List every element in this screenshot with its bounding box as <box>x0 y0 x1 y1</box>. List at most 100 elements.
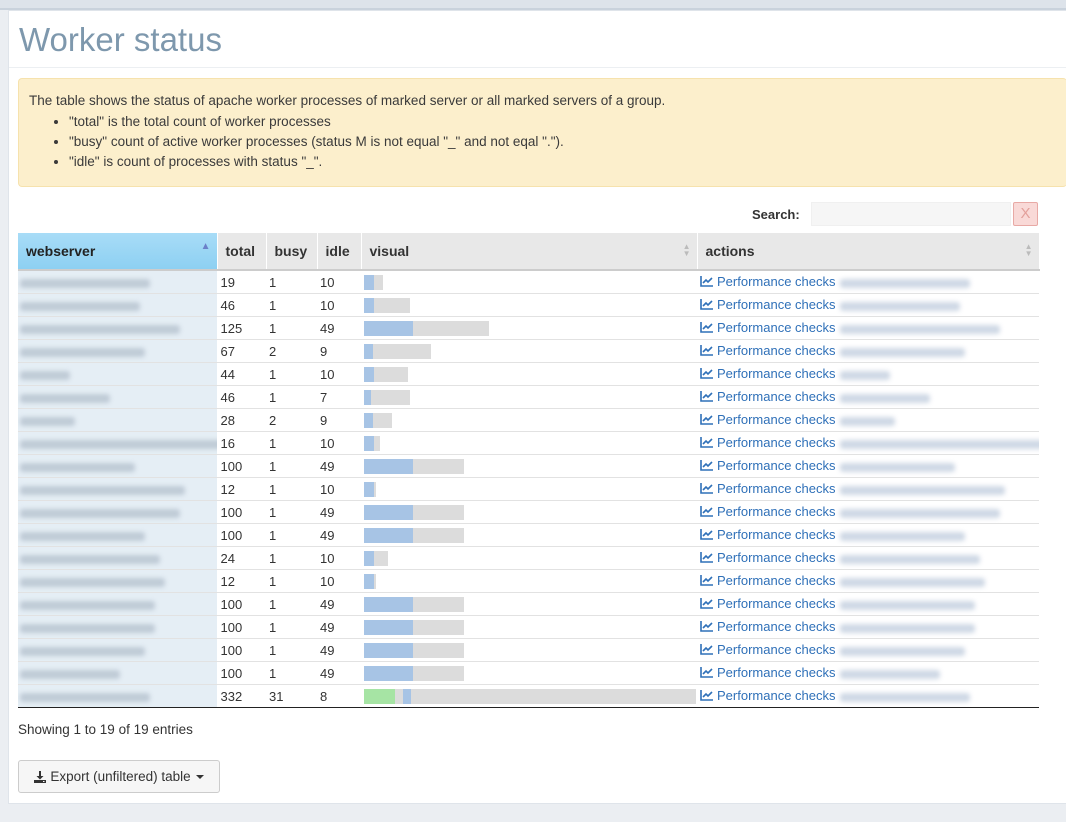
webserver-cell[interactable] <box>18 569 218 593</box>
total-cell: 125 <box>217 316 266 340</box>
search-clear-button[interactable]: X <box>1013 202 1038 226</box>
redacted-hostname <box>20 600 155 610</box>
performance-checks-link[interactable]: Performance checks <box>700 389 836 404</box>
worker-bar <box>364 435 694 451</box>
webserver-cell[interactable] <box>18 638 218 662</box>
total-cell: 100 <box>217 523 266 547</box>
webserver-cell[interactable] <box>18 684 218 708</box>
performance-checks-link[interactable]: Performance checks <box>700 596 836 611</box>
bar-idle <box>364 320 413 336</box>
webserver-cell[interactable] <box>18 477 218 501</box>
performance-checks-link[interactable]: Performance checks <box>700 458 836 473</box>
webserver-cell[interactable] <box>18 385 218 409</box>
worker-table: webserver ▲ total busy idle visual ▲ ▼ acti… <box>18 233 1040 708</box>
performance-checks-link[interactable]: Performance checks <box>700 642 836 657</box>
visual-cell <box>361 661 697 685</box>
performance-checks-link[interactable]: Performance checks <box>700 274 836 289</box>
redacted-hostname <box>20 278 150 288</box>
redacted-hostname <box>20 324 180 334</box>
total-cell: 46 <box>217 385 266 409</box>
webserver-cell[interactable] <box>18 546 218 570</box>
webserver-cell[interactable] <box>18 523 218 547</box>
actions-cell: Performance checks <box>697 385 1039 409</box>
visual-cell <box>361 523 697 547</box>
performance-checks-link[interactable]: Performance checks <box>700 665 836 680</box>
visual-cell <box>361 638 697 662</box>
performance-checks-link[interactable]: Performance checks <box>700 343 836 358</box>
page-title: Worker status <box>19 21 222 58</box>
line-chart-icon <box>700 345 713 357</box>
worker-status-panel: Worker status The table shows the status… <box>8 10 1066 804</box>
total-cell: 24 <box>217 546 266 570</box>
total-cell: 28 <box>217 408 266 432</box>
bar-idle <box>364 550 374 566</box>
webserver-cell[interactable] <box>18 408 218 432</box>
performance-checks-link[interactable]: Performance checks <box>700 297 836 312</box>
webserver-cell[interactable] <box>18 615 218 639</box>
line-chart-icon <box>700 575 713 587</box>
sort-both-icon: ▲ ▼ <box>682 242 691 258</box>
column-header-visual[interactable]: visual ▲ ▼ <box>361 233 698 271</box>
performance-checks-link[interactable]: Performance checks <box>700 320 836 335</box>
performance-checks-link[interactable]: Performance checks <box>700 550 836 565</box>
table-row: 125 1 49 Performance checks <box>18 316 1039 340</box>
idle-cell: 10 <box>317 546 361 570</box>
column-header-webserver[interactable]: webserver ▲ <box>18 233 218 271</box>
line-chart-icon <box>700 437 713 449</box>
performance-checks-link[interactable]: Performance checks <box>700 481 836 496</box>
idle-cell: 49 <box>317 500 361 524</box>
visual-cell <box>361 546 697 570</box>
busy-cell: 2 <box>266 339 317 363</box>
busy-cell: 1 <box>266 500 317 524</box>
performance-checks-link[interactable]: Performance checks <box>700 573 836 588</box>
column-header-actions[interactable]: actions ▲ ▼ <box>697 233 1040 271</box>
visual-cell <box>361 569 697 593</box>
total-cell: 19 <box>217 270 266 294</box>
redacted-hostname <box>839 463 955 473</box>
idle-cell: 8 <box>317 684 361 708</box>
total-cell: 12 <box>217 477 266 501</box>
webserver-cell[interactable] <box>18 431 218 455</box>
busy-cell: 1 <box>266 454 317 478</box>
table-row: 24 1 10 Performance checks <box>18 546 1039 570</box>
webserver-cell[interactable] <box>18 362 218 386</box>
worker-bar <box>364 481 694 497</box>
webserver-cell[interactable] <box>18 270 218 294</box>
redacted-hostname <box>20 485 185 495</box>
performance-checks-link[interactable]: Performance checks <box>700 504 836 519</box>
visual-cell <box>361 408 697 432</box>
chevron-down-icon <box>195 774 204 779</box>
performance-checks-link[interactable]: Performance checks <box>700 619 836 634</box>
total-cell: 100 <box>217 661 266 685</box>
search-input[interactable] <box>811 202 1011 226</box>
idle-cell: 49 <box>317 316 361 340</box>
export-table-button[interactable]: Export (unfiltered) table <box>18 760 220 793</box>
webserver-cell[interactable] <box>18 293 218 317</box>
column-header-total[interactable]: total <box>217 233 267 271</box>
webserver-cell[interactable] <box>18 592 218 616</box>
line-chart-icon <box>700 391 713 403</box>
info-bullets: "total" is the total count of worker pro… <box>29 112 1057 172</box>
performance-checks-link[interactable]: Performance checks <box>700 366 836 381</box>
bar-idle <box>364 504 413 520</box>
table-row: 67 2 9 Performance checks <box>18 339 1039 363</box>
visual-cell <box>361 431 697 455</box>
performance-checks-link[interactable]: Performance checks <box>700 527 836 542</box>
search-label: Search: <box>752 207 800 222</box>
performance-checks-link[interactable]: Performance checks <box>700 435 836 450</box>
visual-cell <box>361 592 697 616</box>
webserver-cell[interactable] <box>18 500 218 524</box>
column-header-busy[interactable]: busy <box>266 233 318 271</box>
webserver-cell[interactable] <box>18 316 218 340</box>
performance-checks-link[interactable]: Performance checks <box>700 688 836 703</box>
busy-cell: 1 <box>266 546 317 570</box>
line-chart-icon <box>700 598 713 610</box>
webserver-cell[interactable] <box>18 661 218 685</box>
idle-cell: 10 <box>317 362 361 386</box>
webserver-cell[interactable] <box>18 339 218 363</box>
column-header-idle[interactable]: idle <box>317 233 362 271</box>
table-row: 12 1 10 Performance checks <box>18 477 1039 501</box>
webserver-cell[interactable] <box>18 454 218 478</box>
redacted-hostname <box>839 325 1000 335</box>
performance-checks-link[interactable]: Performance checks <box>700 412 836 427</box>
